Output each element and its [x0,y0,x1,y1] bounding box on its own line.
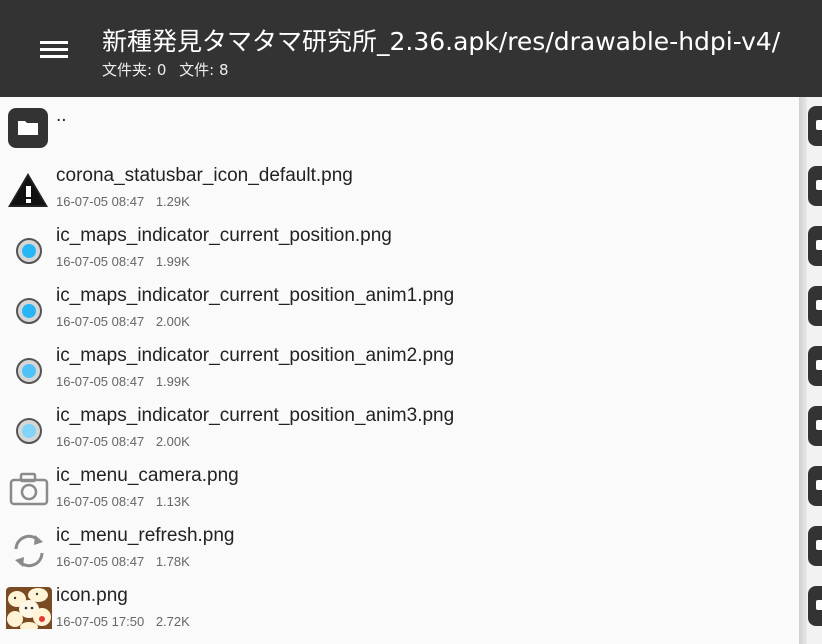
file-size: 2.00K [155,314,190,329]
file-name: icon.png [56,585,128,606]
file-size: 1.13K [155,494,190,509]
file-name: .. [56,105,67,126]
location-dot-icon [6,343,52,389]
location-dot-icon [6,283,52,329]
file-meta: 16-07-05 08:47 2.00K [56,314,190,329]
list-item[interactable]: icon.png 16-07-05 17:50 2.72K [0,577,800,637]
location-dot-icon [6,403,52,449]
file-size: 1.99K [155,254,190,269]
file-size: 1.29K [155,194,190,209]
file-size: 2.72K [155,614,190,629]
file-date: 16-07-05 08:47 [56,554,145,569]
file-date: 16-07-05 08:47 [56,254,145,269]
folder-icon[interactable] [808,586,822,626]
list-item[interactable]: ic_menu_refresh.png 16-07-05 08:47 1.78K [0,517,800,577]
file-size: 2.00K [155,434,190,449]
file-size: 1.99K [155,374,190,389]
file-date: 16-07-05 08:47 [56,314,145,329]
folder-icon[interactable] [808,226,822,266]
file-meta: 16-07-05 08:47 1.78K [56,554,190,569]
file-count: 文件: 8 [179,61,229,79]
file-list: .. corona_statusbar_icon_default.png 16-… [0,97,800,644]
current-path-title: 新種発見タマタマ研究所_2.36.apk/res/drawable-hdpi-v… [102,27,781,56]
file-date: 16-07-05 08:47 [56,434,145,449]
file-name: ic_maps_indicator_current_position_anim3… [56,405,455,426]
file-meta: 16-07-05 08:47 2.00K [56,434,190,449]
folder-icon [6,103,52,149]
refresh-icon [6,523,52,569]
list-item-parent-folder[interactable]: .. [0,97,800,157]
file-name: corona_statusbar_icon_default.png [56,165,353,186]
file-date: 16-07-05 08:47 [56,194,145,209]
hamburger-menu-icon[interactable] [38,38,70,62]
file-name: ic_menu_camera.png [56,465,239,486]
file-date: 16-07-05 17:50 [56,614,145,629]
warning-icon [6,163,52,209]
folder-icon[interactable] [808,106,822,146]
file-meta: 16-07-05 08:47 1.99K [56,254,190,269]
second-pane [807,97,822,644]
file-name: ic_maps_indicator_current_position_anim1… [56,285,455,306]
folder-icon[interactable] [808,526,822,566]
file-meta: 16-07-05 08:47 1.29K [56,194,190,209]
app-bar: 新種発見タマタマ研究所_2.36.apk/res/drawable-hdpi-v… [0,0,822,97]
file-name: ic_maps_indicator_current_position.png [56,225,392,246]
file-meta: 16-07-05 17:50 2.72K [56,614,190,629]
app-thumbnail-icon [6,583,52,633]
folder-count: 文件夹: 0 [102,61,167,79]
folder-icon[interactable] [808,346,822,386]
folder-icon[interactable] [808,166,822,206]
file-size: 1.78K [155,554,190,569]
file-meta: 16-07-05 08:47 1.13K [56,494,190,509]
file-meta: 16-07-05 08:47 1.99K [56,374,190,389]
file-name: ic_maps_indicator_current_position_anim2… [56,345,455,366]
folder-icon[interactable] [808,466,822,506]
list-item[interactable]: corona_statusbar_icon_default.png 16-07-… [0,157,800,217]
camera-icon [6,463,52,509]
list-item[interactable]: ic_menu_camera.png 16-07-05 08:47 1.13K [0,457,800,517]
path-summary: 文件夹: 0 文件: 8 [102,59,229,80]
file-date: 16-07-05 08:47 [56,374,145,389]
list-item[interactable]: ic_maps_indicator_current_position_anim2… [0,337,800,397]
list-item[interactable]: ic_maps_indicator_current_position_anim3… [0,397,800,457]
list-item[interactable]: ic_maps_indicator_current_position.png 1… [0,217,800,277]
file-date: 16-07-05 08:47 [56,494,145,509]
location-dot-icon [6,223,52,269]
list-item[interactable]: ic_maps_indicator_current_position_anim1… [0,277,800,337]
folder-icon[interactable] [808,406,822,446]
pane-divider[interactable] [799,97,807,644]
file-name: ic_menu_refresh.png [56,525,235,546]
folder-icon[interactable] [808,286,822,326]
